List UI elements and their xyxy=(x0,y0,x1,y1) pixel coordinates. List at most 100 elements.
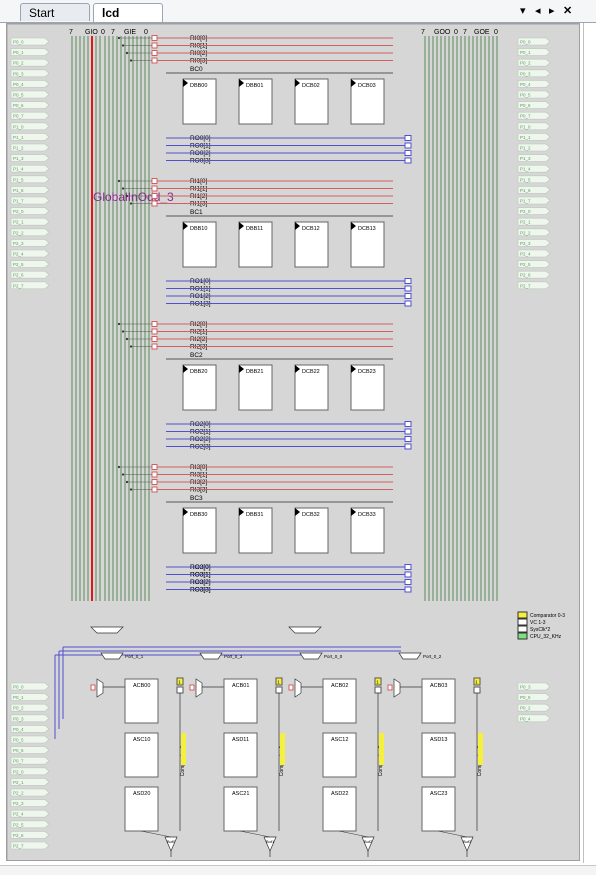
analog-pin-left[interactable]: P0_1 xyxy=(10,693,50,701)
row-input-mux[interactable] xyxy=(151,35,158,41)
analog-top-mux[interactable] xyxy=(288,626,322,634)
comparator-mux[interactable] xyxy=(473,686,481,694)
analog-pin-left[interactable]: P2_1 xyxy=(10,778,50,786)
port-pin-left[interactable]: P0_1 xyxy=(10,48,50,56)
port-pin-left[interactable]: P2_1 xyxy=(10,217,50,226)
port-pin-left[interactable]: P2_7 xyxy=(10,281,50,290)
analog-pin-left[interactable]: P2_3 xyxy=(10,799,50,807)
port-pin-left[interactable]: P0_4 xyxy=(10,80,50,88)
row-output-mux[interactable] xyxy=(404,443,412,450)
port-pin-right[interactable]: P0_0 xyxy=(517,37,551,46)
port-pin-left[interactable]: P0_6 xyxy=(10,101,50,109)
analog-pin-left[interactable]: P2_0 xyxy=(10,767,50,776)
port-pin-right[interactable]: P2_7 xyxy=(517,281,551,290)
row-input-mux[interactable] xyxy=(151,328,158,335)
port-pin-right[interactable]: P1_3 xyxy=(517,154,551,162)
row-input-mux[interactable] xyxy=(151,486,158,493)
row-input-mux[interactable] xyxy=(151,336,158,342)
row-input-mux[interactable] xyxy=(151,464,158,470)
close-icon[interactable]: ✕ xyxy=(563,4,572,18)
row-input-mux[interactable] xyxy=(151,321,158,327)
chip-view-canvas[interactable]: 7 GIO 0 7 GIE 0 7 GOO 0 7 GOE 0 GlobalInOdd_3 P0_0 P0_… xyxy=(6,23,582,863)
row-input-mux[interactable] xyxy=(151,185,158,192)
tab-prev-icon[interactable]: ◂ xyxy=(535,4,541,18)
tab-start-page[interactable]: Start Page xyxy=(20,3,90,38)
port-pin-right[interactable]: P2_1 xyxy=(517,217,551,226)
port-pin-left[interactable]: P1_5 xyxy=(10,175,50,184)
row-input-mux[interactable] xyxy=(151,193,158,199)
port-pin-left[interactable]: P2_3 xyxy=(10,239,50,247)
analog-pin-right[interactable]: P0_5 xyxy=(517,693,551,701)
port-pin-left[interactable]: P1_6 xyxy=(10,186,50,194)
comparator-mux[interactable] xyxy=(176,686,184,694)
analog-pin-right[interactable]: P0_4 xyxy=(517,714,551,723)
port-pin-right[interactable]: P0_1 xyxy=(517,48,551,56)
port-pin-left[interactable]: P0_3 xyxy=(10,69,50,78)
analog-ref-mux[interactable] xyxy=(387,684,393,691)
port-pin-left[interactable]: P2_2 xyxy=(10,228,50,237)
port-pin-right[interactable]: P1_1 xyxy=(517,133,551,141)
port-pin-right[interactable]: P1_4 xyxy=(517,164,551,173)
vertical-scrollbar-track[interactable] xyxy=(583,23,584,863)
row-output-mux[interactable] xyxy=(404,150,412,156)
row-output-mux[interactable] xyxy=(404,285,412,292)
port-pin-right[interactable]: P2_0 xyxy=(517,207,551,215)
comparator-mux[interactable] xyxy=(275,686,283,694)
row-output-mux[interactable] xyxy=(404,157,412,164)
row-input-mux[interactable] xyxy=(151,471,158,478)
port-pin-right[interactable]: P2_5 xyxy=(517,260,551,268)
row-output-mux[interactable] xyxy=(404,278,412,284)
analog-ref-mux[interactable] xyxy=(189,684,195,691)
final-output-mux[interactable] xyxy=(404,579,412,585)
row-output-mux[interactable] xyxy=(404,428,412,435)
analog-pin-left[interactable]: P0_6 xyxy=(10,746,50,754)
final-output-mux[interactable] xyxy=(404,586,412,593)
port-pin-right[interactable]: P1_7 xyxy=(517,196,551,205)
port-pin-left[interactable]: P1_7 xyxy=(10,196,50,205)
tab-next-icon[interactable]: ▸ xyxy=(549,4,555,18)
analog-pin-left[interactable]: P2_6 xyxy=(10,831,50,839)
port-pin-right[interactable]: P1_5 xyxy=(517,175,551,184)
port-pin-right[interactable]: P0_6 xyxy=(517,101,551,109)
port-pin-right[interactable]: P2_2 xyxy=(517,228,551,237)
row-input-mux[interactable] xyxy=(151,178,158,184)
row-output-mux[interactable] xyxy=(404,135,412,141)
tab-lcd-chip[interactable]: lcd [Chip] xyxy=(93,3,163,38)
analog-ref-mux[interactable] xyxy=(288,684,294,691)
analog-pin-left[interactable]: P0_2 xyxy=(10,703,50,712)
analog-column-mux[interactable] xyxy=(100,652,124,660)
row-input-mux[interactable] xyxy=(151,57,158,64)
port-pin-right[interactable]: P1_2 xyxy=(517,143,551,152)
analog-pin-left[interactable]: P0_4 xyxy=(10,725,50,733)
final-output-mux[interactable] xyxy=(404,571,412,578)
row-output-mux[interactable] xyxy=(404,300,412,307)
port-pin-left[interactable]: P1_0 xyxy=(10,122,50,131)
row-output-mux[interactable] xyxy=(404,142,412,149)
row-input-mux[interactable] xyxy=(151,50,158,56)
port-pin-left[interactable]: P2_5 xyxy=(10,260,50,268)
analog-pin-left[interactable]: P2_5 xyxy=(10,820,50,829)
tab-list-dropdown-icon[interactable]: ▾ xyxy=(520,4,526,18)
row-input-mux[interactable] xyxy=(151,42,158,49)
analog-column-mux[interactable] xyxy=(398,652,422,660)
port-pin-right[interactable]: P0_3 xyxy=(517,69,551,78)
port-pin-right[interactable]: P0_5 xyxy=(517,90,551,99)
analog-ref-mux[interactable] xyxy=(90,684,96,691)
port-pin-left[interactable]: P1_2 xyxy=(10,143,50,152)
analog-top-mux[interactable] xyxy=(90,626,124,634)
port-pin-left[interactable]: P0_0 xyxy=(10,37,50,46)
analog-pin-left[interactable]: P0_7 xyxy=(10,756,50,765)
port-pin-right[interactable]: P1_0 xyxy=(517,122,551,131)
port-pin-right[interactable]: P0_4 xyxy=(517,80,551,88)
analog-pin-left[interactable]: P0_5 xyxy=(10,735,50,744)
analog-pin-left[interactable]: P2_7 xyxy=(10,841,50,850)
port-pin-left[interactable]: P1_4 xyxy=(10,164,50,173)
analog-column-mux[interactable] xyxy=(199,652,223,660)
port-pin-left[interactable]: P2_0 xyxy=(10,207,50,215)
analog-pin-left[interactable]: P2_4 xyxy=(10,809,50,818)
port-pin-left[interactable]: P2_6 xyxy=(10,270,50,279)
final-output-mux[interactable] xyxy=(404,564,412,570)
row-output-mux[interactable] xyxy=(404,436,412,442)
port-pin-left[interactable]: P1_3 xyxy=(10,154,50,162)
analog-pin-right[interactable]: P0_3 xyxy=(517,682,551,691)
